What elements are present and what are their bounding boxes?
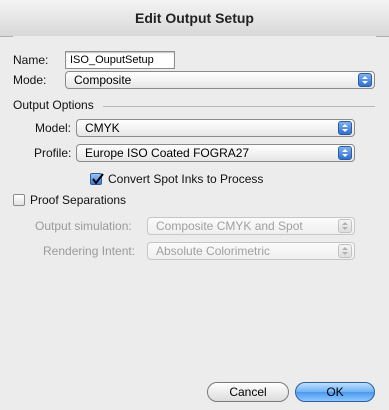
name-field[interactable]: ISO_OuputSetup — [65, 51, 175, 69]
edit-output-setup-window: Edit Output Setup Name: ISO_OuputSetup M… — [0, 0, 389, 410]
popup-arrows-icon — [338, 219, 352, 233]
rendering-intent-popup[interactable]: Absolute Colorimetric — [147, 242, 355, 260]
popup-arrows-icon — [338, 121, 352, 135]
output-simulation-popup[interactable]: Composite CMYK and Spot — [147, 217, 355, 235]
popup-arrows-icon — [338, 146, 352, 160]
mode-popup[interactable]: Composite — [65, 71, 375, 89]
output-simulation-value: Composite CMYK and Spot — [156, 219, 303, 233]
name-label: Name: — [13, 53, 49, 67]
dialog-panel: Name: ISO_OuputSetup Mode: Composite Out… — [13, 36, 376, 410]
profile-popup[interactable]: Europe ISO Coated FOGRA27 — [76, 144, 355, 162]
convert-spot-label[interactable]: Convert Spot Inks to Process — [108, 172, 263, 186]
convert-spot-checkbox[interactable] — [90, 173, 104, 185]
window-title: Edit Output Setup — [0, 0, 389, 37]
ok-button[interactable]: OK — [295, 382, 375, 402]
output-options-heading: Output Options — [13, 98, 94, 112]
popup-arrows-icon — [338, 244, 352, 258]
output-simulation-label: Output simulation: — [35, 219, 132, 233]
proof-separations-label[interactable]: Proof Separations — [30, 193, 126, 207]
mode-label: Mode: — [13, 73, 47, 87]
rendering-intent-value: Absolute Colorimetric — [156, 244, 271, 258]
profile-label: Profile: — [34, 146, 72, 160]
popup-arrows-icon — [358, 73, 372, 87]
checkmark-icon — [92, 173, 104, 185]
model-popup[interactable]: CMYK — [76, 119, 355, 137]
rendering-intent-label: Rendering Intent: — [43, 244, 136, 258]
proof-separations-checkbox[interactable] — [13, 194, 25, 206]
section-divider — [103, 106, 375, 107]
profile-value: Europe ISO Coated FOGRA27 — [85, 146, 250, 160]
model-value: CMYK — [85, 121, 120, 135]
model-label: Model: — [35, 121, 72, 135]
cancel-button[interactable]: Cancel — [207, 382, 289, 402]
mode-value: Composite — [74, 73, 132, 87]
